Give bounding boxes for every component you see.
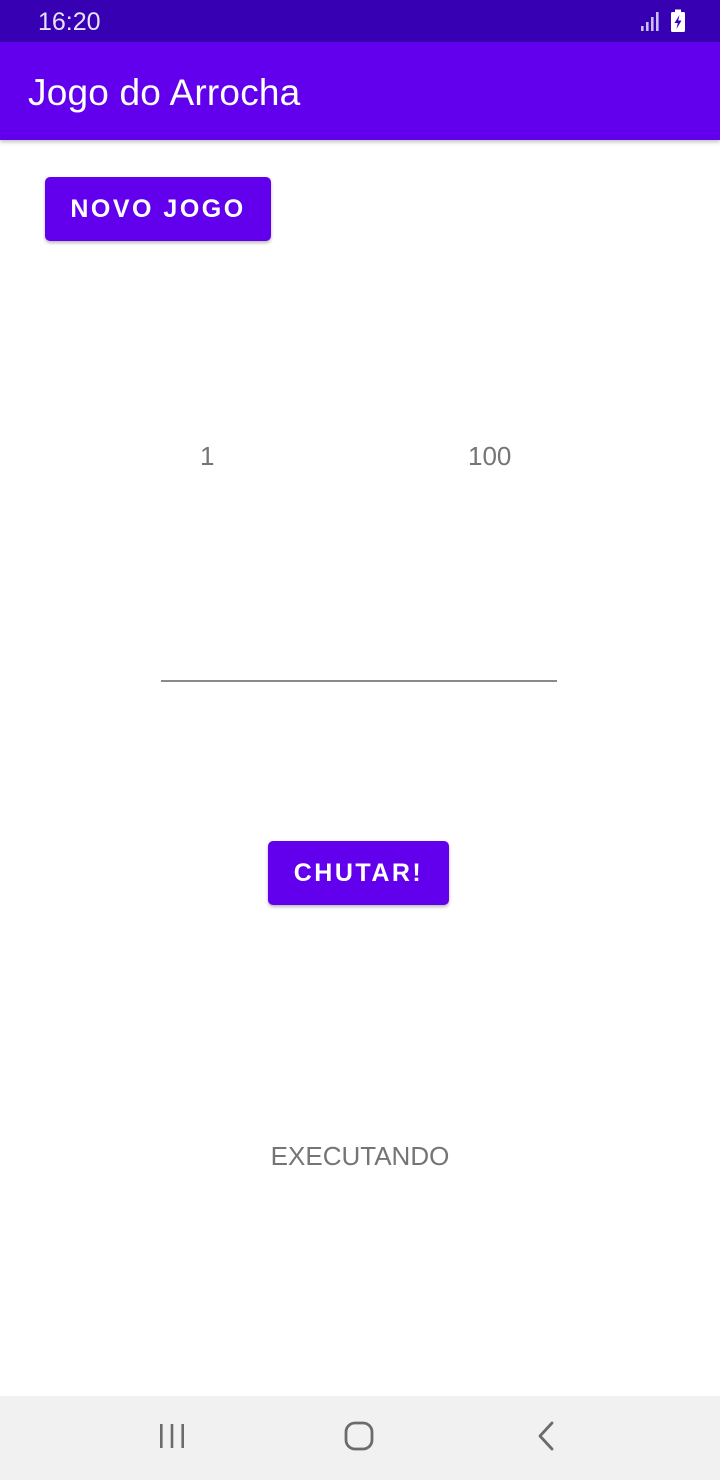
new-game-button[interactable]: NOVO JOGO xyxy=(45,177,271,241)
range-max-label: 100 xyxy=(468,441,512,471)
range-min-label: 1 xyxy=(200,441,215,471)
recents-icon xyxy=(157,1422,187,1455)
navigation-bar xyxy=(0,1396,720,1480)
back-icon xyxy=(535,1420,559,1457)
recents-button[interactable] xyxy=(122,1396,222,1480)
back-button[interactable] xyxy=(497,1396,597,1480)
game-status-text: EXECUTANDO xyxy=(270,1141,450,1171)
status-bar: 16:20 xyxy=(0,0,720,42)
home-button[interactable] xyxy=(309,1396,409,1480)
battery-charging-icon xyxy=(670,9,686,38)
guess-input[interactable] xyxy=(161,620,557,682)
status-icons xyxy=(640,9,686,38)
status-time: 16:20 xyxy=(38,8,101,36)
signal-icon xyxy=(640,10,660,37)
app-bar: Jogo do Arrocha xyxy=(0,42,720,140)
home-icon xyxy=(343,1420,375,1457)
app-title: Jogo do Arrocha xyxy=(28,72,301,113)
guess-button[interactable]: CHUTAR! xyxy=(268,841,449,905)
